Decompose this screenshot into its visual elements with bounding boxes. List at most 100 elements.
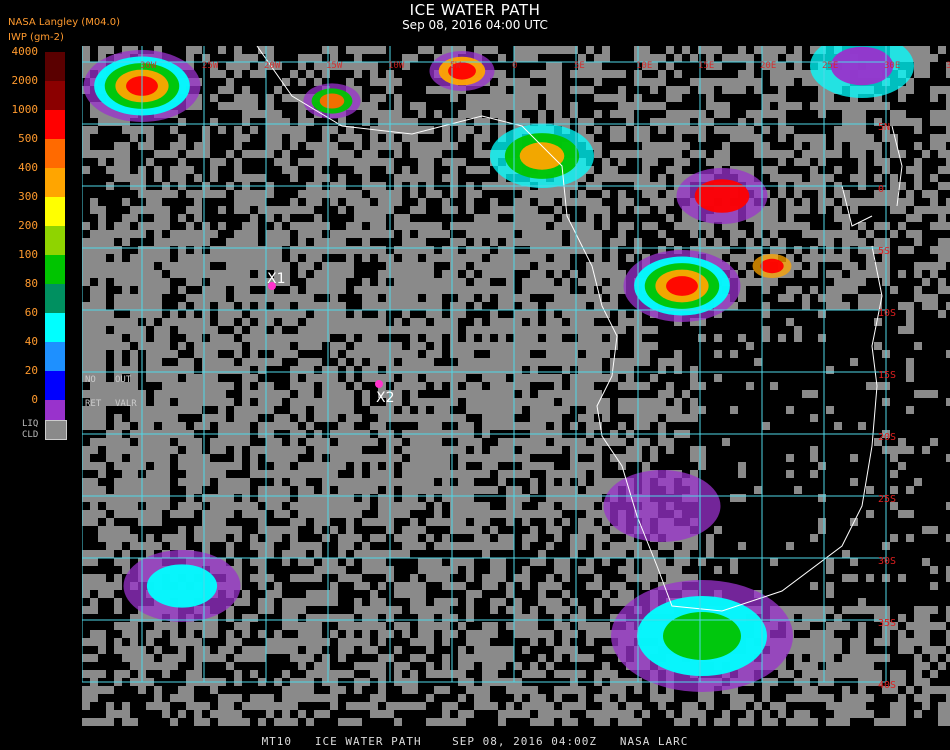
cloud-pixel (178, 654, 186, 662)
cloud-pixel (674, 142, 682, 150)
cloud-pixel (578, 294, 586, 302)
cloud-pixel (346, 230, 354, 238)
cloud-pixel (394, 214, 402, 222)
cloud-pixel (474, 470, 482, 478)
cloud-pixel (858, 142, 866, 150)
cloud-pixel (906, 534, 914, 542)
cloud-pixel (346, 198, 354, 206)
cloud-pixel (482, 622, 490, 630)
cloud-pixel (506, 206, 514, 214)
cloud-pixel (610, 270, 618, 278)
cloud-pixel (842, 302, 850, 310)
cloud-pixel (130, 446, 138, 454)
cloud-pixel (578, 462, 586, 470)
cloud-pixel (522, 630, 530, 638)
cloud-pixel (370, 230, 378, 238)
cloud-pixel (370, 366, 378, 374)
cloud-pixel (378, 270, 386, 278)
cloud-pixel (202, 382, 210, 390)
cloud-pixel (938, 702, 946, 710)
cloud-pixel (146, 374, 154, 382)
cloud-pixel (242, 294, 250, 302)
cloud-pixel (98, 334, 106, 342)
cloud-pixel (410, 134, 418, 142)
cloud-pixel (250, 334, 258, 342)
cloud-pixel (938, 710, 946, 718)
cloud-pixel (346, 574, 354, 582)
cloud-pixel (586, 582, 594, 590)
cloud-pixel (506, 502, 514, 510)
cloud-pixel (330, 302, 338, 310)
cloud-pixel (490, 102, 498, 110)
cloud-pixel (186, 630, 194, 638)
cloud-pixel (394, 606, 402, 614)
cloud-pixel (418, 702, 426, 710)
cloud-pixel (562, 46, 570, 54)
cloud-pixel (906, 486, 914, 494)
cloud-pixel (330, 350, 338, 358)
cloud-pixel (546, 526, 554, 534)
cloud-pixel (722, 142, 730, 150)
cloud-pixel (378, 494, 386, 502)
cloud-pixel (234, 94, 242, 102)
cloud-pixel (602, 70, 610, 78)
cloud-pixel (418, 582, 426, 590)
cloud-pixel (90, 350, 98, 358)
cloud-pixel (378, 654, 386, 662)
cloud-pixel (202, 150, 210, 158)
cloud-pixel (410, 414, 418, 422)
cloud-pixel (802, 718, 810, 726)
cloud-pixel (226, 262, 234, 270)
cloud-pixel (378, 502, 386, 510)
cloud-pixel (418, 246, 426, 254)
cloud-pixel (762, 694, 770, 702)
cloud-pixel (946, 302, 950, 310)
cloud-pixel (314, 270, 322, 278)
cloud-pixel (706, 118, 714, 126)
cloud-pixel (90, 310, 98, 318)
cloud-pixel (122, 294, 130, 302)
cloud-pixel (394, 102, 402, 110)
cloud-pixel (314, 54, 322, 62)
cloud-pixel (906, 326, 914, 334)
cloud-pixel (226, 702, 234, 710)
cloud-pixel (594, 582, 602, 590)
cloud-pixel (394, 174, 402, 182)
cloud-pixel (266, 574, 274, 582)
cloud-pixel (578, 566, 586, 574)
cloud-pixel (506, 222, 514, 230)
cloud-pixel (154, 294, 162, 302)
cloud-pixel (538, 558, 546, 566)
cloud-pixel (218, 102, 226, 110)
cloud-pixel (450, 174, 458, 182)
cloud-pixel (538, 654, 546, 662)
cloud-pixel (234, 438, 242, 446)
cloud-pixel (482, 638, 490, 646)
cloud-pixel (354, 486, 362, 494)
cloud-pixel (490, 662, 498, 670)
cloud-pixel (266, 118, 274, 126)
cloud-pixel (570, 86, 578, 94)
cloud-pixel (610, 438, 618, 446)
cloud-pixel (858, 606, 866, 614)
cloud-pixel (154, 390, 162, 398)
cloud-pixel (410, 150, 418, 158)
cloud-pixel (450, 598, 458, 606)
cloud-pixel (330, 382, 338, 390)
cloud-pixel (874, 654, 882, 662)
cloud-pixel (338, 150, 346, 158)
cloud-pixel (594, 310, 602, 318)
cloud-pixel (498, 510, 506, 518)
cloud-pixel (106, 710, 114, 718)
cloud-pixel (810, 134, 818, 142)
cloud-pixel (490, 446, 498, 454)
cloud-pixel (154, 630, 162, 638)
cloud-pixel (426, 158, 434, 166)
cloud-pixel (642, 206, 650, 214)
cloud-pixel (554, 358, 562, 366)
cloud-pixel (674, 110, 682, 118)
cloud-pixel (346, 630, 354, 638)
cloud-pixel (594, 198, 602, 206)
cloud-pixel (474, 382, 482, 390)
cloud-pixel (434, 622, 442, 630)
